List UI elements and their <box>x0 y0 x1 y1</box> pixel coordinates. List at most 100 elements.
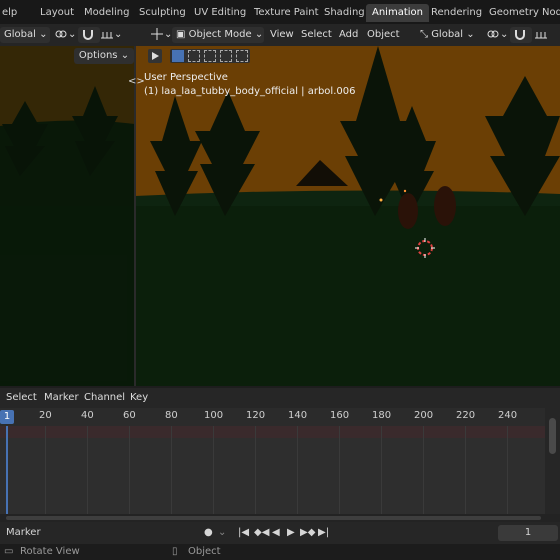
orientation-label: Global <box>431 29 464 40</box>
jump-to-start-icon[interactable]: |◀ <box>238 527 249 538</box>
frame-tick-label: 180 <box>372 410 392 421</box>
orientation-icon: ⤡ <box>420 29 428 40</box>
active-object-info: (1) laa_laa_tubby_body_official | arbol.… <box>144 86 356 97</box>
scrollbar-thumb[interactable] <box>549 418 556 454</box>
chevron-down-icon[interactable]: ⌄ <box>218 527 226 538</box>
menu-view[interactable]: View <box>266 27 298 43</box>
frame-gridline <box>297 426 298 514</box>
transform-orientation-dropdown[interactable]: ⤡ Global ⌄ <box>416 27 479 43</box>
pivot-point-dropdown[interactable]: ⌄ <box>482 27 512 43</box>
scrollbar-thumb[interactable] <box>6 516 541 520</box>
view-perspective-label: User Perspective <box>144 72 228 83</box>
timeline-menu-select[interactable]: Select <box>2 390 41 406</box>
timeline-track-area[interactable] <box>0 426 545 514</box>
tab-shading[interactable]: Shading <box>318 4 371 22</box>
frame-gridline <box>381 426 382 514</box>
select-subtract-icon[interactable] <box>204 50 216 62</box>
tab-geometry-nodes[interactable]: Geometry Nodes <box>483 4 560 22</box>
play-icon[interactable]: ▶ <box>287 527 295 538</box>
tab-rendering[interactable]: Rendering <box>425 4 488 22</box>
record-keyframe-icon[interactable]: ● <box>204 527 213 538</box>
workspace-tab-bar: elp Layout Modeling Sculpting UV Editing… <box>0 0 560 24</box>
frame-tick-label: 60 <box>123 410 136 421</box>
timeline-vertical-scrollbar[interactable] <box>545 408 560 514</box>
playhead-line[interactable] <box>6 426 8 514</box>
tab-help-menu[interactable]: elp <box>0 4 23 22</box>
jump-to-end-icon[interactable]: ▶| <box>318 527 329 538</box>
mouse-left-icon: ▭ <box>4 546 14 557</box>
object-mode-icon: ▣ <box>176 29 186 40</box>
next-keyframe-icon[interactable]: ▶◆ <box>300 527 315 538</box>
viewport-header: Global ⌄ ⌄ ⌄ ⌄ ▣ Object Mode ⌄ View Sele… <box>0 24 560 46</box>
3d-viewport[interactable]: Options ⌄ <> User Perspective (1) laa_la… <box>0 46 560 386</box>
magnet-icon <box>515 30 525 40</box>
tab-texture-paint[interactable]: Texture Paint <box>248 4 325 22</box>
frame-gridline <box>45 426 46 514</box>
timeline-horizontal-scrollbar[interactable] <box>0 514 560 522</box>
select-intersect-icon[interactable] <box>236 50 248 62</box>
chevron-down-icon: ⌄ <box>120 50 130 61</box>
tab-animation[interactable]: Animation <box>366 4 429 22</box>
timeline-header: Select Marker Channel Key <box>0 388 560 408</box>
frame-gridline <box>423 426 424 514</box>
frame-gridline <box>171 426 172 514</box>
region-divider[interactable] <box>134 46 136 386</box>
frame-gridline <box>87 426 88 514</box>
frame-tick-label: 100 <box>204 410 224 421</box>
link-icon <box>55 30 67 38</box>
timeline-menu-channel[interactable]: Channel <box>80 390 129 406</box>
frame-tick-label: 140 <box>288 410 308 421</box>
status-object: Object <box>188 546 221 557</box>
current-frame-field[interactable]: 1 <box>498 525 558 541</box>
select-invert-icon[interactable] <box>220 50 232 62</box>
status-bar: ▭ Rotate View ▯ Object <box>0 544 560 560</box>
select-new-icon[interactable] <box>172 50 184 62</box>
marker-menu[interactable]: Marker <box>6 527 41 538</box>
prev-keyframe-icon[interactable]: ◆◀ <box>254 527 269 538</box>
menu-add[interactable]: Add <box>335 27 362 43</box>
tab-modeling[interactable]: Modeling <box>78 4 136 22</box>
frame-gridline <box>129 426 130 514</box>
frame-gridline <box>507 426 508 514</box>
left-orientation-label: Global <box>4 29 36 40</box>
timeline-menu-key[interactable]: Key <box>126 390 152 406</box>
menu-select[interactable]: Select <box>297 27 336 43</box>
timeline-menu-marker[interactable]: Marker <box>40 390 83 406</box>
frame-gridline <box>339 426 340 514</box>
frame-gridline <box>213 426 214 514</box>
chevron-down-icon: ⌄ <box>500 29 509 40</box>
tab-layout[interactable]: Layout <box>34 4 80 22</box>
frame-tick-label: 120 <box>246 410 266 421</box>
left-orientation-dropdown[interactable]: Global ⌄ <box>0 27 50 43</box>
3d-cursor-icon <box>415 238 435 258</box>
tab-sculpting[interactable]: Sculpting <box>133 4 192 22</box>
menu-object[interactable]: Object <box>363 27 404 43</box>
mode-dropdown[interactable]: ▣ Object Mode ⌄ <box>172 27 264 43</box>
chevron-down-icon: ⌄ <box>254 29 264 40</box>
region-toggle-icon[interactable]: <> <box>128 76 145 87</box>
frame-ruler[interactable]: 1 20 40 60 80 100 120 140 160 180 200 22… <box>0 408 560 426</box>
play-reverse-icon[interactable]: ◀ <box>272 527 280 538</box>
frame-tick-label: 20 <box>39 410 52 421</box>
frame-tick-label: 220 <box>456 410 476 421</box>
frame-tick-label: 160 <box>330 410 350 421</box>
frame-gridline <box>465 426 466 514</box>
magnet-icon <box>83 30 93 40</box>
select-mode-group <box>170 49 250 63</box>
pivot-dropdown[interactable]: ⌄ <box>50 27 80 43</box>
snap-target-dropdown-right[interactable] <box>530 27 552 43</box>
options-dropdown[interactable]: Options ⌄ <box>74 48 134 64</box>
mode-label: Object Mode <box>188 29 252 40</box>
current-frame-indicator[interactable]: 1 <box>0 410 14 424</box>
tab-uv-editing[interactable]: UV Editing <box>188 4 252 22</box>
move-icon <box>151 28 163 40</box>
frame-gridline <box>255 426 256 514</box>
viewport-left-region <box>0 46 135 386</box>
snap-toggle-right[interactable] <box>510 27 532 43</box>
frame-tick-label: 200 <box>414 410 434 421</box>
select-extend-icon[interactable] <box>188 50 200 62</box>
play-tool-button[interactable] <box>148 49 162 63</box>
chevron-down-icon: ⌄ <box>39 29 48 40</box>
snap-increment-icon <box>101 32 113 39</box>
snap-target-dropdown[interactable]: ⌄ <box>96 27 126 43</box>
